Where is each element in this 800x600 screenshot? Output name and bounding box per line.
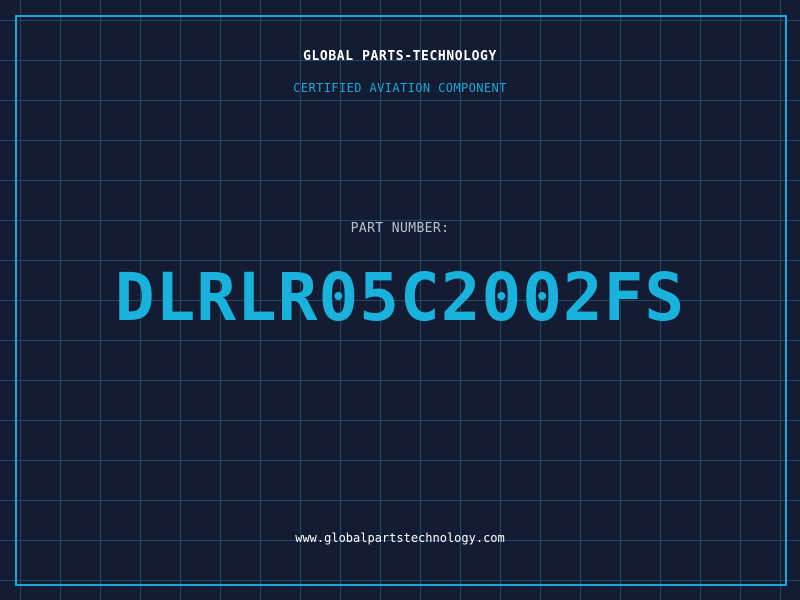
part-number-label: PART NUMBER: (350, 221, 450, 236)
certification-subtitle: CERTIFIED AVIATION COMPONENT (293, 81, 507, 95)
part-number-value: DLRLR05C2002FS (114, 259, 686, 336)
website-url: www.globalpartstechnology.com (295, 531, 505, 545)
company-name: GLOBAL PARTS-TECHNOLOGY (303, 49, 497, 64)
part-label-card: GLOBAL PARTS-TECHNOLOGY CERTIFIED AVIATI… (0, 0, 800, 600)
